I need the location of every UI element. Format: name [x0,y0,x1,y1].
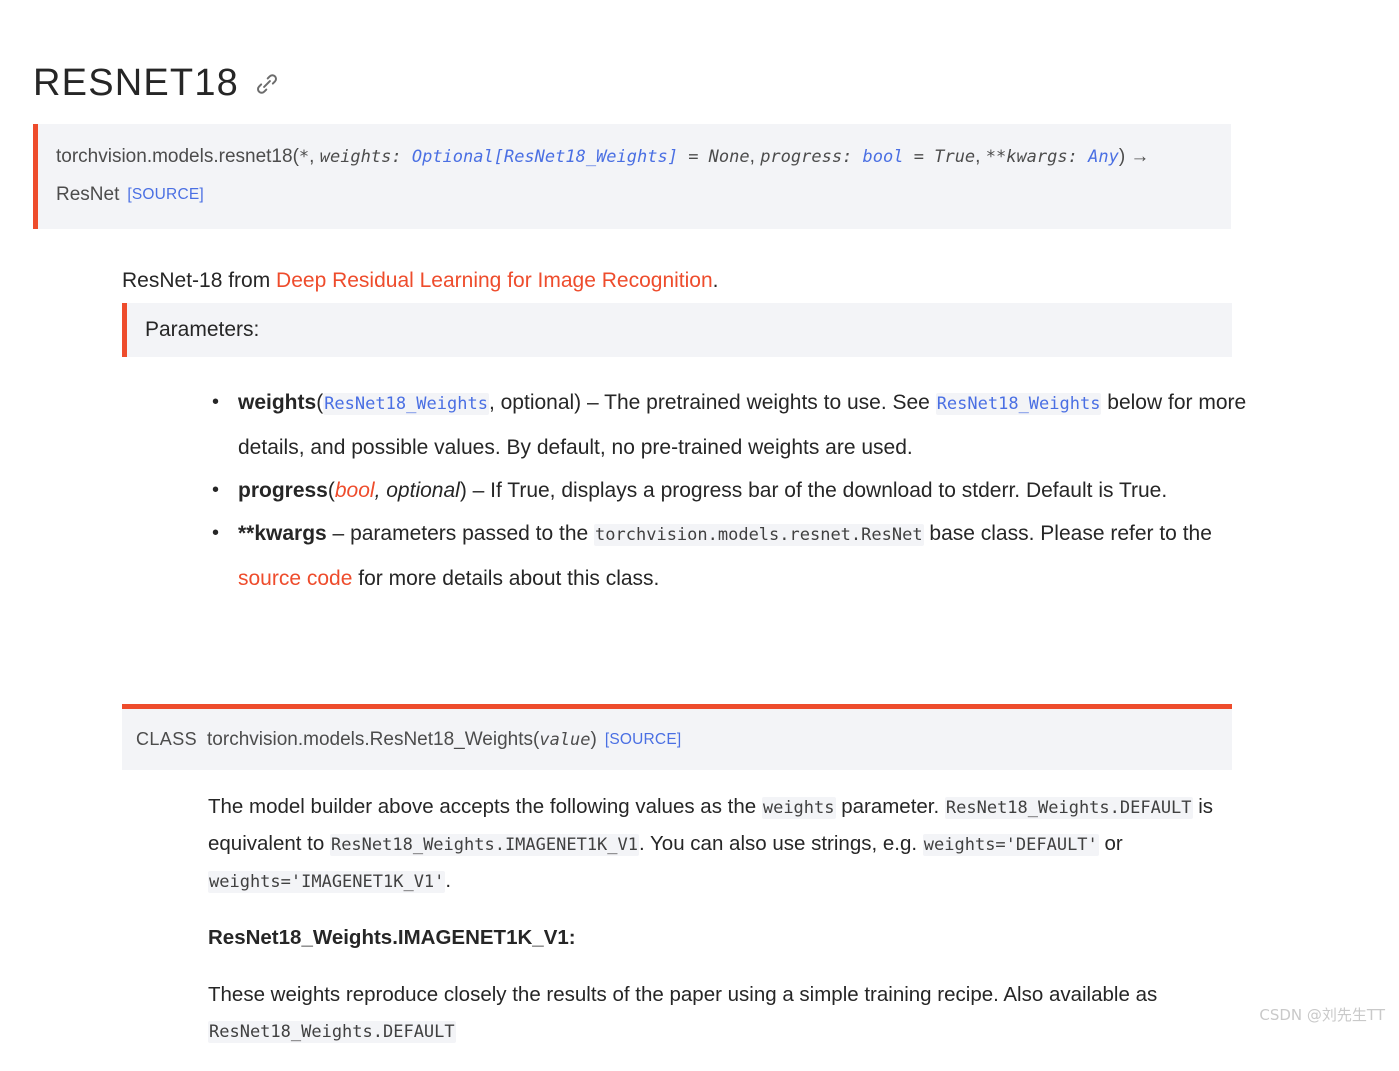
signature-param-progress-name: progress: [760,147,863,167]
signature-param-progress-default: True [934,147,976,167]
class-para1-code-default: ResNet18_Weights.DEFAULT [944,797,1193,819]
weights-enum-heading-text: ResNet18_Weights.IMAGENET1K_V1: [208,926,576,949]
class-para1-code-weights-default-str: weights='DEFAULT' [922,834,1099,856]
class-para1-part1: The model builder above accepts the foll… [208,795,762,818]
param-desc-code-kwargs: torchvision.models.resnet.ResNet [594,524,924,546]
page-title-text: RESNET18 [33,62,240,105]
signature-return-arrow: → [1130,146,1150,167]
signature-module-prefix: torchvision.models. [56,146,219,167]
parameters-list: weights(ResNet18_Weights, optional) – Th… [196,381,1278,600]
signature-param-kwargs-type: Any [1088,147,1119,167]
class-para1-part6: . [445,869,452,892]
signature-close-paren: ) [1118,146,1126,167]
signature-eq-1: = [677,147,709,167]
class-close-paren: ) [590,729,597,750]
description-prefix: ResNet-18 from [122,269,277,292]
signature-star-arg: * [298,147,310,167]
param-type-open-progress: ( [327,479,335,502]
function-signature-block: torchvision.models.resnet18(*, weights: … [33,124,1231,229]
link-chain-icon[interactable] [253,70,281,98]
source-link[interactable]: [SOURCE] [127,186,204,203]
param-name-progress: progress [238,479,328,502]
param-desc-kwargs-part3: for more details about this class. [352,567,660,590]
page-title: RESNET18 [33,63,281,105]
signature-eq-2: = [903,147,935,167]
signature-comma-1: , [309,146,320,167]
class-arg-value: value [539,730,591,750]
signature-param-weights-name: weights: [319,147,412,167]
class-keyword: CLASS [136,729,198,749]
signature-function-name: resnet18 [218,146,293,167]
class-para2-part1: These weights reproduce closely the resu… [208,983,1158,1006]
parameters-header-label: Parameters: [145,318,260,341]
list-item: weights(ResNet18_Weights, optional) – Th… [212,381,1278,469]
class-para1-part4: . You can also use strings, e.g. [639,832,923,855]
signature-param-progress-type: bool [862,147,904,167]
param-desc-kwargs-part1: – parameters passed to the [326,522,595,545]
source-code-link[interactable]: source code [238,567,352,590]
param-desc-kwargs-part2: base class. Please refer to the [923,522,1212,545]
documentation-page: RESNET18 torchvision.models.resnet18(*, … [0,0,1399,1043]
param-type-code-weights: ResNet18_Weights [323,393,489,415]
list-item: progress(bool, optional) – If True, disp… [212,469,1278,512]
weights-enum-heading: ResNet18_Weights.IMAGENET1K_V1: [208,920,1238,956]
class-para1-part2: parameter. [835,795,945,818]
signature-comma-3: , [975,146,986,167]
signature-comma-2: , [749,146,761,167]
parameters-header: Parameters: [122,303,1232,357]
signature-param-kwargs-name: **kwargs: [985,147,1089,167]
class-paragraph-values: The model builder above accepts the foll… [208,789,1238,900]
description-suffix: . [712,269,719,292]
class-signature-block: CLASS torchvision.models.ResNet18_Weights… [122,704,1232,770]
param-desc-progress: – If True, displays a progress bar of th… [466,479,1168,502]
paper-link[interactable]: Deep Residual Learning for Image Recogni… [276,269,713,292]
weights-enum-description: These weights reproduce closely the resu… [208,977,1238,1050]
function-description: ResNet-18 from Deep Residual Learning fo… [122,266,1232,296]
param-type-close-progress: ) [459,479,467,502]
signature-return-type: ResNet [56,184,120,205]
class-para1-part5: or [1098,832,1123,855]
class-qualified-name: torchvision.models.ResNet18_Weights [207,729,533,750]
class-para1-code-weights: weights [761,797,836,819]
param-name-kwargs: **kwargs [238,522,327,545]
param-type-optional-progress: , optional [374,479,460,502]
signature-param-weights-default: None [708,147,750,167]
class-source-link[interactable]: [SOURCE] [605,731,682,748]
class-para1-code-weights-imagenet-str: weights='IMAGENET1K_V1' [208,871,446,893]
watermark: CSDN @刘先生TT [1259,1006,1385,1024]
param-type-suffix-weights: , optional) [488,391,582,414]
param-desc-weights-part1: – The pretrained weights to use. See [581,391,936,414]
class-description: The model builder above accepts the foll… [208,789,1238,1071]
signature-param-weights-type: Optional[ResNet18_Weights] [411,147,678,167]
class-para1-code-imagenet1k: ResNet18_Weights.IMAGENET1K_V1 [329,834,639,856]
class-para2-code-default: ResNet18_Weights.DEFAULT [208,1021,456,1043]
param-desc-code-weights: ResNet18_Weights [935,393,1102,415]
param-name-weights: weights [238,391,317,414]
list-item: **kwargs – parameters passed to the torc… [212,512,1278,600]
param-type-bool-progress: bool [334,479,375,502]
